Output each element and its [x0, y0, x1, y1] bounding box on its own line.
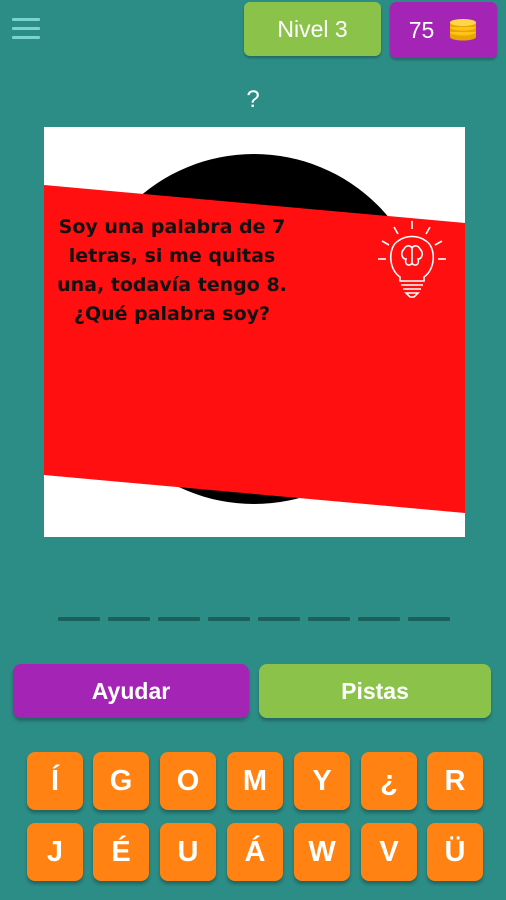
coin-stack-icon	[450, 19, 477, 41]
riddle-card: Soy una palabra de 7 letras, si me quita…	[44, 127, 465, 537]
answer-hint-question-mark: ?	[246, 86, 260, 113]
level-label: Nivel 3	[277, 15, 348, 42]
letter-key[interactable]: O	[160, 752, 216, 810]
letter-key[interactable]: Á	[227, 823, 283, 881]
letter-key[interactable]: Í	[27, 752, 83, 810]
letter-key[interactable]: R	[427, 752, 483, 810]
coins-badge[interactable]: 75	[390, 2, 497, 58]
lightbulb-brain-icon	[378, 221, 446, 298]
answer-slot[interactable]	[158, 617, 200, 621]
help-button[interactable]: Ayudar	[13, 664, 249, 718]
letter-key[interactable]: M	[227, 752, 283, 810]
answer-slot[interactable]	[308, 617, 350, 621]
answer-slot[interactable]	[208, 617, 250, 621]
answer-slot[interactable]	[358, 617, 400, 621]
riddle-card-background	[44, 154, 465, 513]
letter-key[interactable]: Y	[294, 752, 350, 810]
coin-count: 75	[408, 16, 435, 43]
letter-key[interactable]: G	[93, 752, 149, 810]
hints-button[interactable]: Pistas	[259, 664, 491, 718]
letter-key[interactable]: W	[294, 823, 350, 881]
hamburger-menu-icon[interactable]	[12, 18, 40, 42]
letter-key[interactable]: V	[361, 823, 417, 881]
answer-slot[interactable]	[258, 617, 300, 621]
level-badge: Nivel 3	[244, 2, 381, 56]
letter-key[interactable]: U	[160, 823, 216, 881]
riddle-text: Soy una palabra de 7 letras, si me quita…	[57, 216, 287, 325]
answer-slot[interactable]	[408, 617, 450, 621]
answer-slot[interactable]	[58, 617, 100, 621]
letter-key[interactable]: Ü	[427, 823, 483, 881]
answer-slots	[58, 617, 450, 621]
answer-slot[interactable]	[108, 617, 150, 621]
letter-key[interactable]: J	[27, 823, 83, 881]
letter-key[interactable]: ¿	[361, 752, 417, 810]
letter-key[interactable]: É	[93, 823, 149, 881]
